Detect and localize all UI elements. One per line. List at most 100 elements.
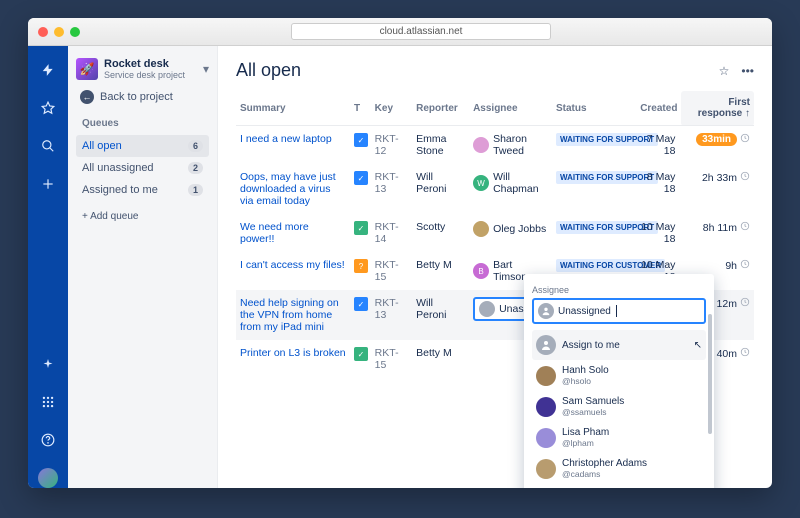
column-header[interactable]: Key (371, 91, 412, 126)
table-row[interactable]: We need more power!! ✓ RKT-14 Scotty Ole… (236, 214, 754, 252)
avatar (473, 137, 489, 153)
help-icon[interactable] (38, 430, 58, 450)
reporter-name: Emma Stone (412, 126, 469, 165)
response-value: 9h (725, 260, 737, 272)
option-handle: @lpham (562, 438, 609, 448)
search-icon[interactable] (38, 136, 58, 156)
queue-count-badge: 1 (188, 184, 203, 196)
column-header[interactable]: First response ↑ (681, 91, 754, 126)
project-switcher[interactable]: 🚀 Rocket desk Service desk project ▾ (76, 58, 209, 80)
bolt-icon[interactable] (38, 60, 58, 80)
star-icon[interactable] (38, 98, 58, 118)
issue-type-icon: ✓ (354, 347, 368, 361)
cursor-icon: ↖ (694, 340, 702, 351)
avatar (473, 221, 489, 237)
minimize-icon[interactable] (54, 27, 64, 37)
maximize-icon[interactable] (70, 27, 80, 37)
option-handle: @hsolo (562, 376, 609, 386)
issue-summary-link[interactable]: Printer on L3 is broken (240, 347, 346, 359)
column-header[interactable]: T (350, 91, 371, 126)
issue-summary-link[interactable]: I need a new laptop (240, 133, 332, 145)
issue-key[interactable]: RKT-12 (371, 126, 412, 165)
page-title: All open (236, 60, 301, 81)
assignee-option[interactable]: Sam Samuels@ssamuels (532, 391, 706, 422)
back-label: Back to project (100, 91, 173, 103)
column-header[interactable]: Assignee (469, 91, 552, 126)
clock-icon (740, 171, 750, 184)
reporter-name: Scotty (412, 214, 469, 252)
back-to-project[interactable]: ← Back to project (80, 90, 209, 104)
close-icon[interactable] (38, 27, 48, 37)
apps-icon[interactable] (38, 392, 58, 412)
option-label: Assign to me (562, 340, 620, 351)
issue-type-icon: ✓ (354, 171, 368, 185)
clock-icon (740, 133, 750, 146)
status-badge: WAITING FOR SUPPORT (556, 171, 658, 184)
reporter-name: Betty M (412, 252, 469, 290)
assignee-option[interactable]: Lisa Pham@lpham (532, 422, 706, 453)
browser-window: cloud.atlassian.net 🚀 Rocket desk Servic… (28, 18, 772, 488)
issue-summary-link[interactable]: Oops, may have just downloaded a virus v… (240, 171, 336, 207)
status-badge: WAITING FOR SUPPORT (556, 133, 658, 146)
assignee-cell[interactable]: Sharon Tweed (473, 133, 548, 157)
issue-key[interactable]: RKT-15 (371, 252, 412, 290)
project-type: Service desk project (104, 70, 185, 80)
assignee-option[interactable]: Christopher Adams@cadams (532, 453, 706, 484)
assignee-cell[interactable]: Oleg Jobbs (473, 221, 548, 237)
column-header[interactable]: Status (552, 91, 630, 126)
column-header[interactable]: Reporter (412, 91, 469, 126)
back-arrow-icon: ← (80, 90, 94, 104)
column-header[interactable]: Created (630, 91, 682, 126)
issue-type-icon: ✓ (354, 221, 368, 235)
window-controls[interactable] (38, 27, 80, 37)
issue-key[interactable]: RKT-13 (371, 164, 412, 214)
assignee-input-value: Unassigned (558, 306, 611, 317)
issue-key[interactable]: RKT-15 (371, 340, 412, 378)
reporter-name: Betty M (412, 340, 469, 378)
queue-item[interactable]: All unassigned2 (76, 157, 209, 179)
url-bar[interactable]: cloud.atlassian.net (291, 23, 551, 40)
option-name: Christopher Adams (562, 458, 647, 469)
issue-key[interactable]: RKT-14 (371, 214, 412, 252)
option-name: Hanh Solo (562, 365, 609, 376)
queue-item[interactable]: Assigned to me1 (76, 179, 209, 201)
app-shell: 🚀 Rocket desk Service desk project ▾ ← B… (28, 46, 772, 488)
option-name: Lisa Pham (562, 427, 609, 438)
column-header[interactable]: Summary (236, 91, 350, 126)
assignee-cell[interactable]: WWill Chapman (473, 171, 548, 195)
assignee-option[interactable]: Hanh Solo@hsolo (532, 360, 706, 391)
table-row[interactable]: Oops, may have just downloaded a virus v… (236, 164, 754, 214)
issue-summary-link[interactable]: I can't access my files! (240, 259, 345, 271)
notification-icon[interactable] (38, 354, 58, 374)
add-queue-button[interactable]: + Add queue (82, 211, 209, 222)
global-nav-rail (28, 46, 68, 488)
issue-key[interactable]: RKT-13 (371, 290, 412, 340)
response-value: 2h 33m (702, 172, 737, 184)
table-row[interactable]: I need a new laptop ✓ RKT-12 Emma Stone … (236, 126, 754, 165)
star-page-icon[interactable]: ☆ (719, 64, 730, 78)
issue-summary-link[interactable]: We need more power!! (240, 221, 309, 245)
person-icon (479, 301, 495, 317)
profile-avatar[interactable] (38, 468, 58, 488)
plus-icon[interactable] (38, 174, 58, 194)
clock-icon (740, 347, 750, 360)
assignee-option[interactable]: Natalie Fennec@nfennec (532, 484, 706, 488)
issue-summary-link[interactable]: Need help signing on the VPN from home f… (240, 297, 339, 333)
queues-heading: Queues (82, 118, 209, 129)
avatar: W (473, 175, 489, 191)
person-icon (538, 303, 554, 319)
assign-to-me-option[interactable]: Assign to me ↖ (532, 330, 706, 360)
assignee-name: Oleg Jobbs (493, 223, 546, 235)
sla-pill: 33min (696, 133, 737, 146)
queue-item[interactable]: All open6 (76, 135, 209, 157)
main-content: All open ☆ ••• SummaryTKeyReporterAssign… (218, 46, 772, 488)
assignee-option-list: Assign to me ↖ Hanh Solo@hsoloSam Samuel… (532, 330, 706, 488)
more-actions-icon[interactable]: ••• (741, 64, 754, 78)
browser-chrome: cloud.atlassian.net (28, 18, 772, 46)
assignee-search-input[interactable]: Unassigned (532, 298, 706, 324)
assignee-field-label: Assignee (532, 285, 569, 295)
queue-label: All open (82, 140, 122, 152)
project-icon: 🚀 (76, 58, 98, 80)
project-name: Rocket desk (104, 58, 185, 70)
option-handle: @cadams (562, 469, 647, 479)
